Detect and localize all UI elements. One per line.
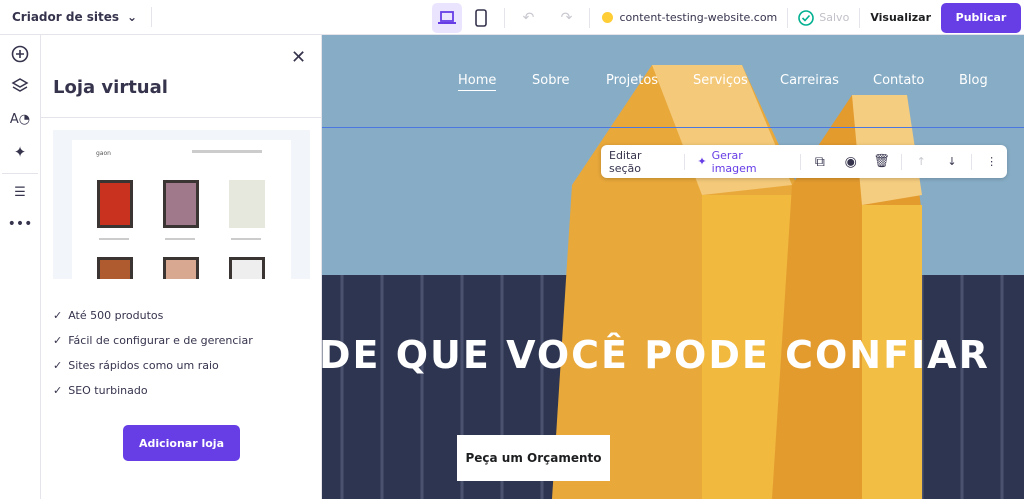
saved-status: Salvo [819,11,850,24]
check-circle-icon [798,9,815,26]
divider [589,7,591,28]
sparkle-icon: ✦ [13,143,27,161]
divider [2,173,38,174]
site-nav-contato[interactable]: Contato [873,73,924,88]
domain-status-dot [602,12,614,23]
chevron-down-icon: ⌄ [127,10,138,24]
generate-image-button[interactable]: ✦ Gerar imagem [697,149,787,175]
divider [41,117,322,118]
delete-button[interactable]: 🗑 [866,145,897,178]
divider [787,7,789,28]
copy-icon: ⧉ [814,153,825,170]
trash-icon: 🗑 [873,154,890,169]
layers-button[interactable] [10,76,30,96]
brand-label: Criador de sites [12,10,120,24]
hero-headline[interactable]: DE QUE VOCÊ PODE CONFIAR [322,333,990,377]
site-nav-home[interactable]: Home [458,73,497,91]
generate-image-label: Gerar imagem [711,148,757,175]
feature-item: ✓ Fácil de configurar e de gerenciar [53,334,253,347]
feature-label: Até 500 produtos [68,309,164,322]
duplicate-button[interactable]: ⧉ [805,145,836,178]
plus-circle-icon [11,45,29,63]
selected-section-outline [322,127,1024,499]
check-icon: ✓ [53,334,63,347]
feature-label: SEO turbinado [68,384,148,397]
top-bar: Criador de sites ⌄ ↶ ↷ content-testing-we… [0,0,1024,35]
panel-title: Loja virtual [53,77,168,98]
publish-button[interactable]: Publicar [941,2,1021,33]
eye-icon: ◉ [844,153,857,170]
styles-button[interactable]: A◔ [10,109,30,129]
divider [859,7,861,28]
edit-section-button[interactable]: Editar seção [609,149,674,175]
add-element-button[interactable] [10,44,30,64]
redo-icon: ↷ [560,9,573,26]
left-rail: A◔ ✦ ☰ ••• [0,35,41,499]
more-options-button[interactable]: ⋮ [976,145,1007,178]
divider [684,153,686,170]
check-icon: ✓ [53,309,63,322]
layers-icon [11,78,29,92]
divider [900,153,902,170]
divider [799,153,801,170]
more-horizontal-icon: ••• [7,216,33,232]
site-nav-carreiras[interactable]: Carreiras [780,73,839,88]
svg-text:gaon: gaon [96,150,111,157]
hide-button[interactable]: ◉ [835,145,866,178]
desktop-view-button[interactable] [432,2,463,33]
laptop-icon [438,10,457,24]
close-icon: ✕ [291,47,307,68]
arrow-down-icon: ↓ [947,155,957,168]
online-store-panel: ✕ Loja virtual gaon ✓ Até 500 produtos ✓ F… [41,35,322,499]
pages-button[interactable]: ☰ [10,182,30,202]
more-button[interactable]: ••• [7,214,33,234]
site-nav-servicos[interactable]: Serviços [693,73,748,88]
feature-item: ✓ Sites rápidos como um raio [53,359,219,372]
move-up-button[interactable]: ↑ [906,145,937,178]
divider [971,153,973,170]
site-nav-blog[interactable]: Blog [959,73,988,88]
edit-list-icon: ☰ [14,184,26,200]
phone-icon [475,8,488,27]
ai-tools-button[interactable]: ✦ [10,142,30,162]
feature-label: Sites rápidos como um raio [68,359,219,372]
arrow-up-icon: ↑ [916,155,926,168]
site-nav-sobre[interactable]: Sobre [532,73,570,88]
store-preview-image: gaon [53,130,310,279]
sparkle-icon: ✦ [697,155,707,168]
divider [504,7,506,28]
store-preview-illustration: gaon [96,150,265,279]
check-icon: ✓ [53,359,63,372]
check-icon: ✓ [53,384,63,397]
section-toolbar: Editar seção ✦ Gerar imagem ⧉ ◉ 🗑 ↑ ↓ ⋮ [601,145,1007,178]
divider [151,7,153,27]
more-vertical-icon: ⋮ [986,155,998,168]
site-builder-menu[interactable]: Criador de sites ⌄ [12,10,137,24]
website-canvas[interactable]: Home Sobre Projetos Serviços Carreiras C… [322,35,1024,499]
styles-icon: A◔ [9,111,31,127]
domain-link[interactable]: content-testing-website.com [619,11,777,24]
move-down-button[interactable]: ↓ [937,145,968,178]
undo-icon: ↶ [522,9,535,26]
preview-button[interactable]: Visualizar [870,11,931,24]
close-panel-button[interactable]: ✕ [291,47,306,68]
mobile-view-button[interactable] [466,3,496,33]
feature-item: ✓ SEO turbinado [53,384,148,397]
undo-button[interactable]: ↶ [513,3,543,33]
feature-item: ✓ Até 500 produtos [53,309,163,322]
feature-label: Fácil de configurar e de gerenciar [68,334,253,347]
site-nav-projetos[interactable]: Projetos [606,73,658,88]
quote-cta-button[interactable]: Peça um Orçamento [457,435,610,481]
redo-button[interactable]: ↷ [551,3,581,33]
add-store-button[interactable]: Adicionar loja [123,425,240,461]
